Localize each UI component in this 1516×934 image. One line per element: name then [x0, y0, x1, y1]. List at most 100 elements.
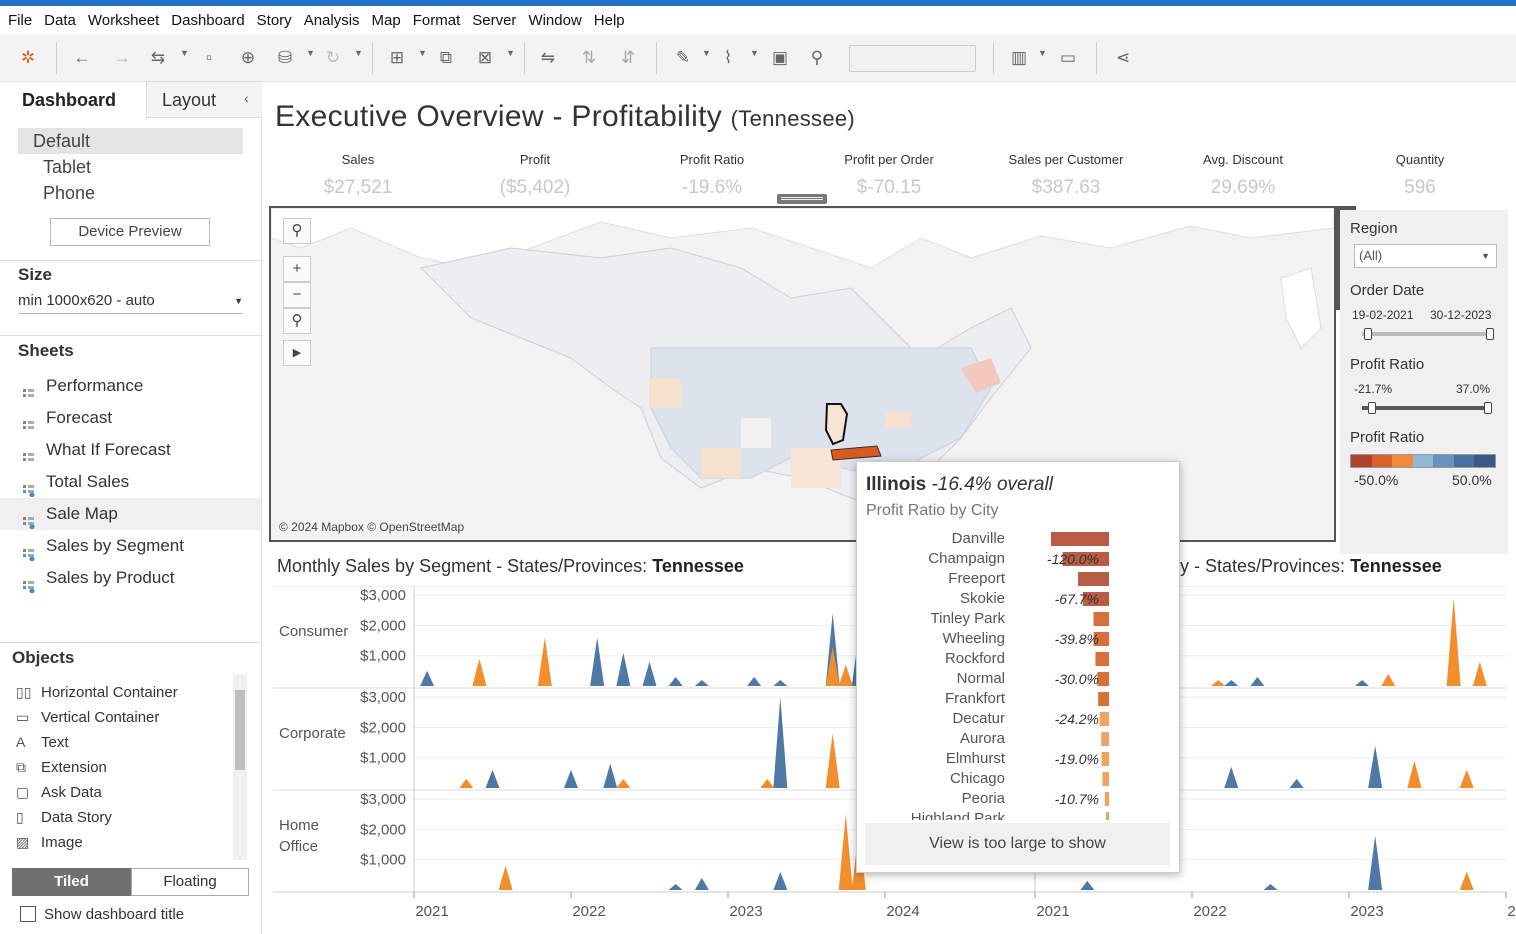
menu-dashboard[interactable]: Dashboard: [167, 12, 252, 29]
pause-updates-icon[interactable]: ⛁: [273, 46, 297, 70]
menu-file[interactable]: File: [4, 12, 40, 29]
kpi-profit[interactable]: Profit ($5,402): [450, 152, 620, 199]
sheet-item[interactable]: Sales by Segment: [0, 530, 261, 562]
device-default[interactable]: Default: [18, 128, 243, 154]
undo-icon[interactable]: ←: [70, 46, 94, 70]
zoom-in-icon[interactable]: +: [283, 256, 311, 282]
group-icon[interactable]: ⌇: [716, 46, 740, 70]
sheet-item[interactable]: Total Sales: [0, 466, 261, 498]
area-mark[interactable]: [694, 877, 709, 890]
map-toolbar-expand-icon[interactable]: ▶: [283, 340, 311, 366]
area-mark[interactable]: [616, 652, 631, 686]
show-me-icon[interactable]: ▥: [1007, 46, 1031, 70]
redo-icon[interactable]: →: [110, 46, 134, 70]
area-mark[interactable]: [1407, 760, 1422, 788]
menu-window[interactable]: Window: [524, 12, 589, 29]
swap-rows-columns-icon[interactable]: ⇋: [536, 46, 560, 70]
area-mark[interactable]: [1368, 745, 1383, 788]
object-item[interactable]: ▯ Data Story: [16, 805, 112, 830]
device-phone[interactable]: Phone: [18, 180, 243, 206]
area-mark[interactable]: [1080, 880, 1095, 890]
object-item[interactable]: ▢ Ask Data: [16, 780, 102, 805]
tableau-logo-icon[interactable]: ✲: [16, 46, 40, 70]
kpi-quantity[interactable]: Quantity 596: [1335, 152, 1505, 199]
chevron-down-icon[interactable]: ▼: [306, 48, 315, 58]
menu-data[interactable]: Data: [40, 12, 84, 29]
chevron-down-icon[interactable]: ▼: [180, 48, 189, 58]
show-labels-icon[interactable]: ▣: [768, 46, 792, 70]
pin-icon[interactable]: ⚲: [805, 46, 829, 70]
area-mark[interactable]: [747, 676, 762, 686]
area-mark[interactable]: [616, 778, 631, 788]
collapse-pane-icon[interactable]: ‹: [244, 90, 249, 106]
area-mark[interactable]: [668, 676, 683, 686]
sheet-item[interactable]: Forecast: [0, 402, 261, 434]
area-mark[interactable]: [668, 883, 683, 890]
new-worksheet-icon[interactable]: ⊞: [385, 46, 409, 70]
chevron-down-icon[interactable]: ▼: [506, 48, 515, 58]
area-mark[interactable]: [642, 661, 657, 686]
area-mark[interactable]: [603, 763, 618, 788]
chevron-down-icon[interactable]: ▼: [702, 48, 711, 58]
area-mark[interactable]: [1472, 661, 1487, 686]
highlight-icon[interactable]: ✎: [671, 46, 695, 70]
object-item[interactable]: ▨ Image: [16, 830, 83, 855]
area-mark[interactable]: [1355, 679, 1370, 686]
sheet-item[interactable]: Performance: [0, 370, 261, 402]
area-mark[interactable]: [838, 814, 853, 890]
size-dropdown[interactable]: min 1000x620 - auto ▼: [18, 292, 243, 314]
menu-map[interactable]: Map: [368, 12, 409, 29]
show-dashboard-title-checkbox[interactable]: Show dashboard title: [20, 906, 184, 923]
area-mark[interactable]: [825, 733, 840, 788]
checkbox-box[interactable]: [20, 906, 36, 922]
area-mark[interactable]: [1211, 679, 1226, 686]
chevron-down-icon[interactable]: ▼: [750, 48, 759, 58]
object-item[interactable]: ⧉ Extension: [16, 755, 107, 780]
menu-story[interactable]: Story: [253, 12, 300, 29]
sheet-item[interactable]: What If Forecast: [0, 434, 261, 466]
map-search-icon[interactable]: ⚲: [283, 218, 311, 244]
area-mark[interactable]: [773, 871, 788, 890]
device-tablet[interactable]: Tablet: [18, 154, 243, 180]
kpi-sales-per-customer[interactable]: Sales per Customer $387.63: [981, 152, 1151, 199]
area-mark[interactable]: [1381, 673, 1396, 686]
area-mark[interactable]: [1224, 679, 1239, 686]
order-date-slider[interactable]: [1362, 332, 1490, 336]
area-mark[interactable]: [760, 778, 775, 788]
menu-worksheet[interactable]: Worksheet: [84, 12, 167, 29]
area-mark[interactable]: [694, 679, 709, 686]
area-mark[interactable]: [1459, 769, 1474, 788]
tab-dashboard[interactable]: Dashboard: [0, 82, 147, 118]
area-mark[interactable]: [1224, 766, 1239, 788]
slider-handle-end[interactable]: [1486, 328, 1494, 340]
fit-dropdown[interactable]: [849, 45, 976, 72]
area-mark[interactable]: [1250, 676, 1265, 686]
area-mark[interactable]: [1459, 871, 1474, 890]
menu-format[interactable]: Format: [409, 12, 469, 29]
area-mark[interactable]: [420, 670, 435, 686]
slider-handle-start[interactable]: [1364, 328, 1372, 340]
object-item[interactable]: ▯▯ Horizontal Container: [16, 680, 178, 705]
scrollbar-thumb[interactable]: [235, 690, 245, 770]
new-data-source-icon[interactable]: ⊕: [236, 46, 260, 70]
area-mark[interactable]: [537, 637, 552, 686]
area-mark[interactable]: [1446, 598, 1461, 686]
area-mark[interactable]: [590, 637, 605, 686]
area-mark[interactable]: [472, 658, 487, 686]
area-mark[interactable]: [498, 865, 513, 890]
save-icon[interactable]: ▫: [197, 46, 221, 70]
replay-icon[interactable]: ⇆: [146, 46, 170, 70]
object-item[interactable]: A Text: [16, 730, 69, 755]
duplicate-icon[interactable]: ⧉: [434, 46, 458, 70]
presentation-mode-icon[interactable]: ▭: [1056, 46, 1080, 70]
device-preview-button[interactable]: Device Preview: [50, 218, 210, 246]
slider-handle-start[interactable]: [1368, 402, 1376, 414]
zoom-out-icon[interactable]: −: [283, 282, 311, 308]
area-mark[interactable]: [459, 778, 474, 788]
sheet-item[interactable]: Sales by Product: [0, 562, 261, 594]
container-drag-handle[interactable]: [777, 194, 827, 204]
kpi-sales[interactable]: Sales $27,521: [273, 152, 443, 199]
region-dropdown[interactable]: (All) ▼: [1354, 244, 1497, 268]
chevron-down-icon[interactable]: ▼: [1038, 48, 1047, 58]
area-mark[interactable]: [485, 769, 500, 788]
